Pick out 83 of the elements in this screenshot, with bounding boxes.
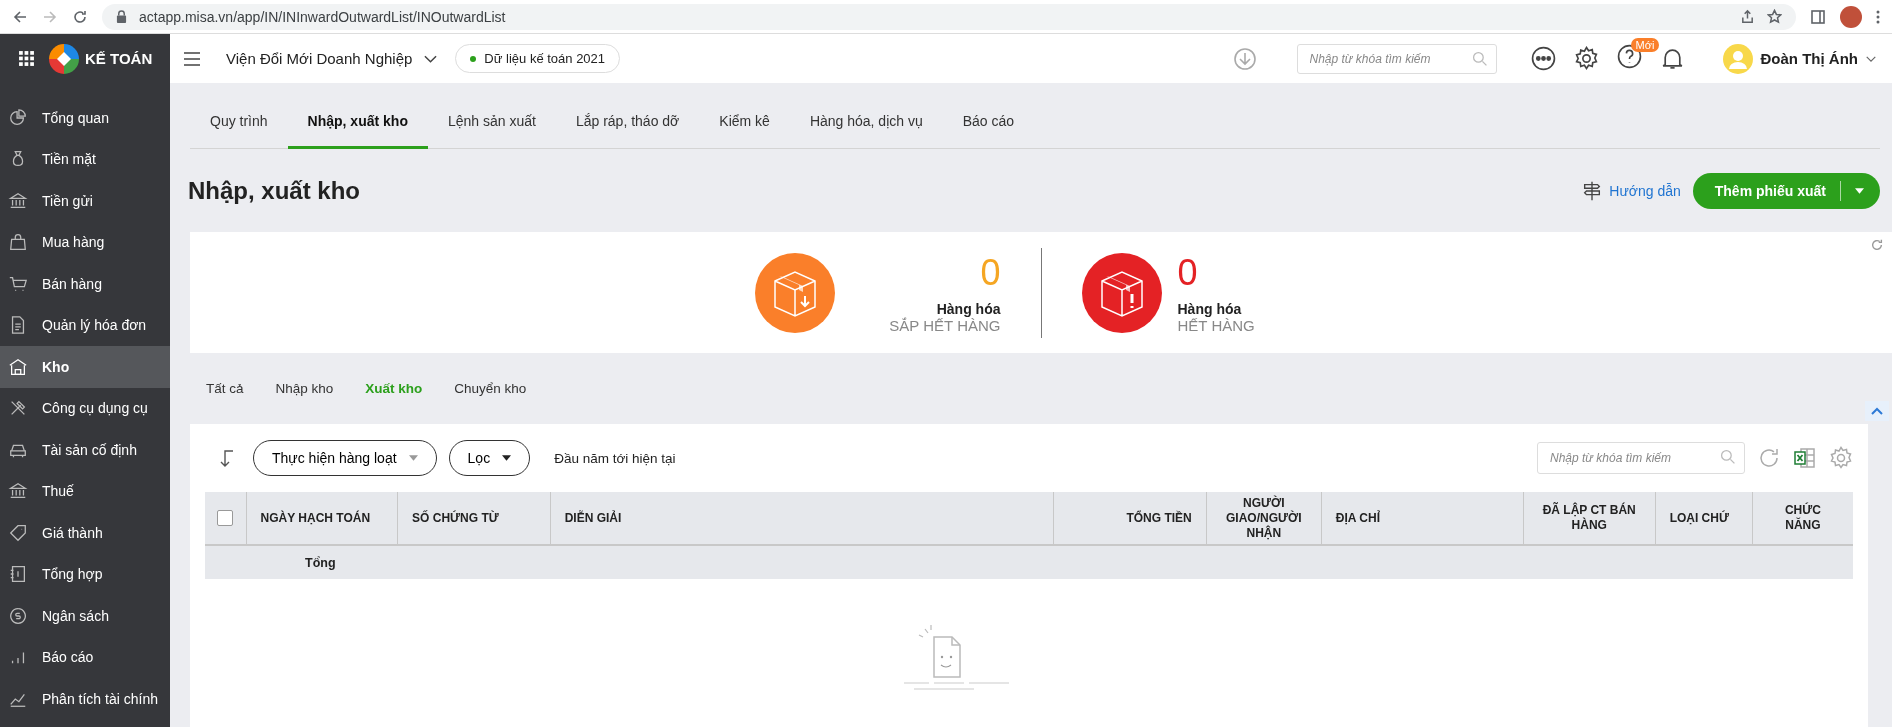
sidebar-item[interactable]: Thuế	[0, 470, 170, 512]
card-label: Hàng hóa	[1177, 301, 1242, 317]
caret-down-icon	[408, 455, 418, 461]
sidebar-item[interactable]: Tài sản cố định	[0, 429, 170, 471]
filter-tab[interactable]: Tất cả	[190, 381, 260, 396]
user-name[interactable]: Đoàn Thị Ánh	[1760, 50, 1858, 67]
filter-tab[interactable]: Nhập kho	[259, 381, 350, 396]
star-icon[interactable]	[1767, 9, 1782, 24]
total-label: Tổng	[305, 555, 336, 570]
side-panel-icon[interactable]	[1810, 8, 1826, 25]
profile-avatar[interactable]	[1840, 5, 1862, 28]
sidebar-item[interactable]: Công cụ dụng cụ	[0, 387, 170, 429]
column-header: DIỄN GIẢI	[564, 510, 622, 526]
sidebar-item[interactable]: Tiền mặt	[0, 138, 170, 180]
column-header: NGƯỜI GIAO/NGƯỜI NHẬN	[1225, 495, 1303, 541]
more-vertical-icon[interactable]	[1876, 8, 1880, 25]
sidebar-item[interactable]: Quản lý hóa đơn	[0, 304, 170, 346]
tag-icon	[8, 522, 28, 543]
lock-icon	[116, 10, 127, 23]
chevron-down-icon[interactable]	[1866, 55, 1876, 62]
new-badge: Mới	[1630, 38, 1660, 52]
module-tab[interactable]: Lắp ráp, tháo dỡ	[555, 83, 700, 149]
module-tab[interactable]: Nhập, xuất kho	[287, 83, 428, 149]
sidebar-item[interactable]: Bán hàng	[0, 263, 170, 305]
url-text: actapp.misa.vn/app/IN/INInwardOutwardList/INOutwardList	[139, 8, 506, 25]
sidebar-item[interactable]: Mua hàng	[0, 221, 170, 263]
dollar-circle-icon	[8, 605, 28, 626]
filter-tab[interactable]: Chuyển kho	[438, 381, 543, 396]
shopping-bag-icon	[8, 232, 28, 253]
date-range-label[interactable]: Đầu năm tới hiện tại	[554, 450, 676, 466]
sidebar-item[interactable]: Tổng hợp	[0, 553, 170, 595]
guide-link[interactable]: Hướng dẫn	[1609, 182, 1681, 199]
refresh-icon[interactable]	[1870, 238, 1884, 252]
caret-down-icon	[1855, 187, 1864, 194]
app-grid-icon[interactable]	[18, 50, 35, 67]
ledger-icon	[8, 564, 28, 585]
sidebar-item[interactable]: Ngân sách	[0, 595, 170, 637]
filter-dropdown[interactable]: Lọc	[448, 440, 531, 476]
module-tab[interactable]: Báo cáo	[942, 83, 1035, 149]
address-bar[interactable]: actapp.misa.vn/app/IN/INInwardOutwardList/INOutwardList	[102, 3, 1796, 30]
column-header: ĐỊA CHỈ	[1335, 510, 1381, 526]
card-label: Hàng hóa	[936, 301, 1001, 317]
sidebar-item[interactable]: Tổng quan	[0, 97, 170, 139]
company-selector[interactable]: Viện Đổi Mới Doanh Nghiệp	[220, 50, 438, 67]
sidebar-item[interactable]: Kho	[0, 346, 170, 388]
count-value: 0	[980, 251, 1001, 295]
bank-icon	[8, 190, 28, 211]
box-alert-icon	[1081, 252, 1162, 333]
search-field[interactable]: Nhập từ khóa tìm kiếm	[1537, 442, 1745, 474]
card-status: SẮP HẾT HÀNG	[889, 317, 1001, 334]
caret-down-icon	[502, 455, 512, 461]
scroll-up-button[interactable]	[1865, 401, 1889, 421]
sidebar-item[interactable]: Phân tích tài chính	[0, 678, 170, 720]
module-tab[interactable]: Quy trình	[190, 83, 288, 149]
module-tab[interactable]: Lệnh sản xuất	[427, 83, 556, 149]
page-title: Nhập, xuất kho	[188, 176, 361, 205]
column-header: LOẠI CHỨ	[1669, 510, 1729, 526]
sidebar-item[interactable]: Báo cáo	[0, 636, 170, 678]
column-header: TỔNG TIỀN	[1126, 510, 1192, 526]
module-tab[interactable]: Hàng hóa, dịch vụ	[789, 83, 943, 149]
logo-icon	[49, 43, 79, 74]
select-all-checkbox[interactable]	[217, 510, 234, 526]
more-options-icon[interactable]	[1530, 46, 1556, 71]
logo-text: KẾ TOÁN	[85, 50, 153, 67]
card-status: HẾT HÀNG	[1177, 317, 1255, 334]
bulk-action-dropdown[interactable]: Thực hiện hàng loạt	[253, 440, 437, 476]
column-header: NGÀY HẠCH TOÁN	[260, 510, 371, 526]
settings-icon[interactable]	[1573, 46, 1599, 71]
pie-chart-icon	[8, 107, 28, 128]
sidebar-item[interactable]: Giá thành	[0, 512, 170, 554]
sidebar-item[interactable]: Tiền gửi	[0, 180, 170, 222]
back-arrow-icon[interactable]	[12, 8, 28, 25]
count-value: 0	[1177, 251, 1198, 295]
reload-icon[interactable]	[72, 8, 88, 25]
warehouse-icon	[8, 356, 28, 377]
module-tab[interactable]: Kiểm kê	[699, 83, 790, 149]
share-icon[interactable]	[1740, 9, 1755, 24]
column-header: CHỨC NĂNG	[1783, 503, 1822, 533]
search-field[interactable]: Nhập từ khóa tìm kiếm	[1296, 43, 1497, 74]
column-header: SỐ CHỨNG TỪ	[412, 510, 499, 526]
excel-export-icon[interactable]	[1793, 446, 1817, 470]
chevron-down-icon	[424, 54, 438, 63]
column-header: ĐÃ LẬP CT BÁN HÀNG	[1541, 503, 1637, 533]
